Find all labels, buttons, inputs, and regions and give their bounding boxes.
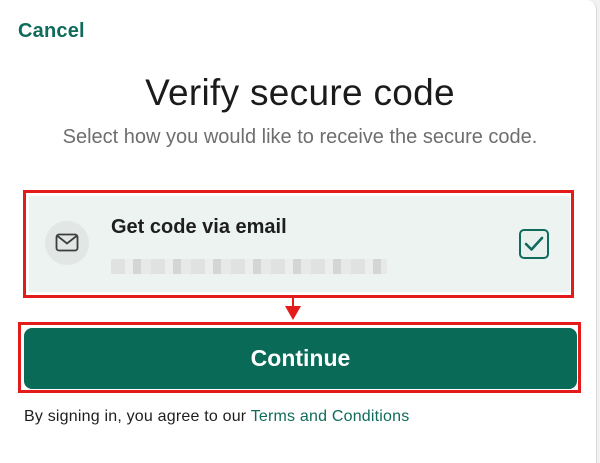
continue-button[interactable]: Continue	[24, 328, 577, 389]
page-title: Verify secure code	[145, 72, 455, 113]
cancel-button[interactable]: Cancel	[18, 20, 85, 43]
masked-email-address	[111, 259, 387, 274]
terms-prefix: By signing in, you agree to our	[24, 408, 251, 425]
mail-icon	[45, 221, 89, 265]
email-option[interactable]: Get code via email	[29, 196, 570, 292]
terms-link[interactable]: Terms and Conditions	[251, 408, 410, 425]
verify-dialog: Cancel Verify secure code Select how you…	[0, 0, 597, 463]
terms-notice: By signing in, you agree to our Terms an…	[24, 408, 409, 426]
checkmark-icon	[524, 236, 544, 251]
arrow-down-icon	[285, 306, 301, 320]
email-option-checkbox[interactable]	[519, 229, 549, 259]
page-subtitle: Select how you would like to receive the…	[62, 126, 538, 148]
email-option-label: Get code via email	[111, 216, 287, 238]
